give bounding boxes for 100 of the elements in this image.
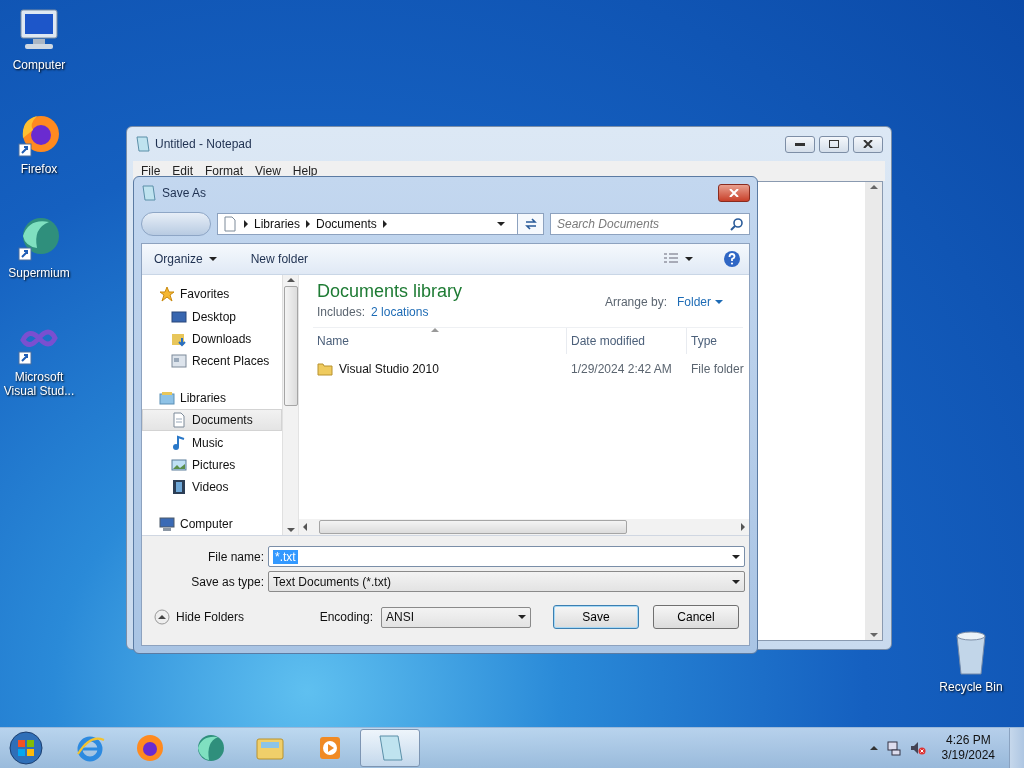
horizontal-scrollbar[interactable] bbox=[299, 519, 749, 535]
caret-down-icon bbox=[685, 257, 693, 261]
caret-down-icon bbox=[208, 257, 217, 261]
document-icon bbox=[222, 216, 238, 232]
library-title: Documents library bbox=[317, 281, 464, 302]
speaker-muted-icon[interactable] bbox=[909, 740, 926, 756]
menu-item[interactable]: Help bbox=[286, 164, 324, 178]
menu-item[interactable]: Edit bbox=[166, 164, 200, 178]
computer-icon bbox=[159, 515, 175, 532]
folder-download-icon bbox=[171, 331, 187, 347]
close-icon bbox=[729, 189, 739, 197]
nav-item[interactable]: Recent Places bbox=[142, 350, 282, 373]
column-header[interactable]: Date modified bbox=[567, 328, 687, 354]
close-icon bbox=[863, 140, 873, 148]
file-name-cell[interactable]: Visual Studio 2010 bbox=[313, 361, 567, 377]
document-icon bbox=[171, 412, 187, 429]
collapse-up-icon bbox=[154, 609, 170, 625]
date-cell-text: 1/29/2024 2:42 AM bbox=[570, 362, 673, 376]
show-desktop-button[interactable] bbox=[1009, 728, 1024, 768]
selected-text: *.txt bbox=[273, 549, 298, 564]
menu-item[interactable]: Format bbox=[199, 164, 250, 178]
nav-item[interactable]: Documents bbox=[142, 409, 282, 432]
show-hidden-icons-icon bbox=[869, 746, 878, 750]
scroll-up-icon bbox=[286, 278, 295, 282]
clock[interactable]: 4:26 PM 3/19/2024 bbox=[933, 733, 1003, 763]
help-icon[interactable] bbox=[723, 250, 741, 268]
type-cell-text: File folder bbox=[690, 362, 745, 376]
maximize-icon bbox=[829, 140, 839, 148]
nav-label: Favorites bbox=[180, 287, 230, 302]
desktop-icon-label: Firefox bbox=[19, 162, 59, 176]
desktop-icon-label: Computer bbox=[11, 58, 67, 72]
close-button[interactable] bbox=[718, 184, 750, 202]
nav-label: Libraries bbox=[180, 390, 227, 405]
nav-item[interactable]: Downloads bbox=[142, 327, 282, 351]
nav-label: Downloads bbox=[192, 332, 252, 346]
nav-item[interactable]: Desktop bbox=[142, 305, 282, 328]
chevron-right-icon bbox=[382, 220, 387, 228]
arrange-by-label: Arrange by: bbox=[604, 295, 667, 309]
organize-button[interactable]: Organize bbox=[150, 250, 221, 268]
vertical-scrollbar[interactable] bbox=[282, 275, 298, 535]
notepad-icon bbox=[141, 185, 157, 201]
close-button[interactable] bbox=[853, 135, 883, 153]
nav-label: Desktop bbox=[192, 309, 237, 324]
hide-folders-button[interactable]: Hide Folders bbox=[154, 609, 245, 625]
save-as-type-label: Save as type: bbox=[190, 574, 264, 589]
refresh-icon bbox=[523, 217, 538, 231]
refresh-button[interactable] bbox=[518, 213, 544, 235]
dialog-title: Save As bbox=[162, 186, 208, 200]
breadcrumb-item[interactable]: Documents bbox=[316, 217, 377, 231]
chevron-right-icon bbox=[244, 220, 248, 228]
search-field[interactable]: Search Documents bbox=[550, 213, 750, 235]
cancel-button[interactable]: Cancel bbox=[653, 605, 739, 629]
scroll-up-icon bbox=[869, 185, 878, 189]
sort-caret-icon bbox=[431, 328, 439, 332]
windows-orb-icon bbox=[8, 730, 44, 766]
encoding-dropdown[interactable]: ANSI bbox=[381, 606, 531, 628]
new-folder-button[interactable]: New folder bbox=[246, 250, 313, 268]
desktop-icon bbox=[171, 308, 187, 325]
vertical-scrollbar[interactable] bbox=[865, 182, 882, 640]
music-note-icon bbox=[171, 434, 187, 451]
window-title: Untitled - Notepad bbox=[155, 137, 253, 151]
caret-down-icon bbox=[732, 554, 740, 559]
nav-item[interactable]: Pictures bbox=[142, 453, 282, 477]
notepad-icon bbox=[135, 136, 151, 152]
library-icon bbox=[159, 389, 175, 406]
network-icon[interactable] bbox=[885, 740, 902, 756]
desktop-icon-label: Microsoft Visual Stud... bbox=[2, 370, 76, 398]
encoding-label: Encoding: bbox=[319, 610, 373, 624]
locations-link[interactable]: 2 locations bbox=[371, 305, 429, 319]
caret-down-icon bbox=[732, 579, 740, 584]
nav-item[interactable]: Favorites bbox=[142, 283, 282, 306]
film-icon bbox=[171, 479, 187, 496]
caret-down-icon bbox=[497, 222, 505, 226]
scroll-right-icon bbox=[741, 523, 745, 531]
chevron-right-icon bbox=[306, 220, 311, 228]
save-as-type-dropdown[interactable]: Text Documents (*.txt) bbox=[268, 571, 745, 592]
nav-label: Music bbox=[192, 435, 224, 450]
nav-item[interactable]: Videos bbox=[142, 476, 282, 499]
nav-item[interactable]: Computer bbox=[142, 512, 282, 536]
maximize-button[interactable] bbox=[819, 135, 849, 153]
menu-item[interactable]: View bbox=[249, 164, 287, 178]
arrange-dropdown[interactable]: Folder bbox=[677, 295, 723, 309]
taskbar-button[interactable] bbox=[360, 729, 420, 767]
nav-item[interactable]: Music bbox=[142, 431, 282, 454]
nav-label: Recent Places bbox=[192, 354, 270, 369]
menu-item[interactable]: File bbox=[135, 164, 167, 178]
includes-label: Includes: bbox=[317, 305, 366, 319]
minimize-button[interactable] bbox=[785, 135, 815, 153]
recent-places-icon bbox=[171, 353, 187, 370]
address-bar[interactable]: Libraries Documents bbox=[217, 213, 518, 235]
column-header[interactable]: Type bbox=[687, 328, 747, 354]
save-button[interactable]: Save bbox=[553, 605, 639, 629]
breadcrumb-item[interactable]: Libraries bbox=[254, 217, 301, 231]
nav-item[interactable]: Libraries bbox=[142, 386, 282, 410]
file-name-label: File name: bbox=[206, 549, 264, 564]
firefox-icon bbox=[134, 732, 166, 764]
nav-label: Pictures bbox=[192, 458, 236, 473]
nav-label: Videos bbox=[192, 480, 229, 495]
back-forward-buttons[interactable] bbox=[141, 212, 211, 236]
scroll-down-icon bbox=[869, 633, 878, 637]
